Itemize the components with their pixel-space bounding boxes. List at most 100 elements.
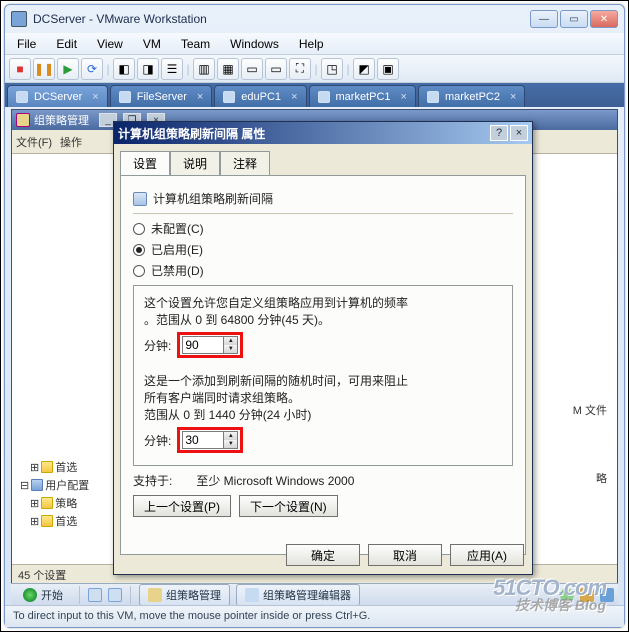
toolbar-view-button[interactable]: ▦ [217,58,239,80]
sidebar-button[interactable]: ▥ [193,58,215,80]
poweron-button[interactable]: ▶ [57,58,79,80]
spin-down-icon[interactable]: ▼ [223,345,237,353]
summary-button[interactable]: ▭ [241,58,263,80]
next-setting-button[interactable]: 下一个设置(N) [239,495,338,517]
dialog-tabs: 设置 说明 注释 [114,144,532,175]
random-minutes-input[interactable] [183,432,223,448]
desc-line: 范围从 0 到 1440 分钟(24 小时) [144,406,502,423]
tab-marketpc2[interactable]: marketPC2× [418,85,525,107]
policy-icon [133,192,147,206]
start-orb-icon [23,588,37,602]
tab-dcserver[interactable]: DCServer× [7,85,108,107]
tab-close-icon[interactable]: × [197,91,203,103]
taskbar-item-gpeditor[interactable]: 组策略管理编辑器 [236,584,360,606]
apply-button[interactable]: 应用(A) [450,544,524,566]
guest-taskbar: 开始 组策略管理 组策略管理编辑器 [11,583,618,605]
suspend-button[interactable]: ❚❚ [33,58,55,80]
tab-close-icon[interactable]: × [510,91,516,103]
tab-close-icon[interactable]: × [401,91,407,103]
tab-fileserver[interactable]: FileServer× [110,85,213,107]
interval-minutes-input[interactable] [183,337,223,353]
menu-view[interactable]: View [87,34,133,54]
vm-icon [427,91,439,103]
revert-button[interactable]: ◨ [137,58,159,80]
unity-button[interactable]: ◳ [321,58,343,80]
supported-on-value: 至少 Microsoft Windows 2000 [196,472,354,489]
separator-icon: | [313,58,319,80]
radio-disabled[interactable]: 已禁用(D) [133,262,513,279]
menu-edit[interactable]: Edit [46,34,87,54]
console-button[interactable]: ▭ [265,58,287,80]
radio-not-configured[interactable]: 未配置(C) [133,220,513,237]
menu-team[interactable]: Team [171,34,220,54]
reset-button[interactable]: ⟳ [81,58,103,80]
properties-dialog: 计算机组策略刷新间隔 属性 ? × 设置 说明 注释 计算机组策略刷新间隔 未配… [113,121,533,575]
tree-node: ⊞首选 [14,458,117,476]
taskbar-item-gpmc[interactable]: 组策略管理 [139,584,230,606]
poweroff-button[interactable]: ■ [9,58,31,80]
dialog-close-button[interactable]: × [510,125,528,141]
vm-tabstrip: DCServer× FileServer× eduPC1× marketPC1×… [5,83,624,107]
tray-icon[interactable] [580,588,594,602]
quicklaunch-icon[interactable] [108,588,122,602]
separator-icon: | [345,58,351,80]
system-tray[interactable] [560,588,614,602]
menu-vm[interactable]: VM [133,34,171,54]
policy-header: 计算机组策略刷新间隔 [153,190,273,207]
menu-file[interactable]: File [7,34,46,54]
snapshot-button[interactable]: ◧ [113,58,135,80]
maximize-button[interactable]: ▭ [560,10,588,28]
tab-marketpc1[interactable]: marketPC1× [309,85,416,107]
menu-help[interactable]: Help [289,34,334,54]
start-button[interactable]: 开始 [15,585,71,605]
vmware-window: DCServer - VMware Workstation — ▭ ✕ File… [4,4,625,628]
capture-button[interactable]: ◩ [353,58,375,80]
status-text: To direct input to this VM, move the mou… [13,610,370,622]
fullscreen-button[interactable]: ⛶ [289,58,311,80]
tree-node: ⊟用户配置 [14,476,117,494]
previous-setting-button[interactable]: 上一个设置(P) [133,495,231,517]
tab-close-icon[interactable]: × [291,91,297,103]
separator-icon: | [185,58,191,80]
tab-setting[interactable]: 设置 [120,151,170,176]
manage-snapshot-button[interactable]: ☰ [161,58,183,80]
content-hint: M 文件 [573,402,607,418]
tray-icon[interactable] [600,588,614,602]
menu-windows[interactable]: Windows [220,34,289,54]
folder-icon [41,497,53,509]
mmc-tree[interactable]: ⊞首选 ⊟用户配置 ⊞策略 ⊞首选 [12,154,120,564]
replay-button[interactable]: ▣ [377,58,399,80]
mmc-menu-file[interactable]: 文件(F) [16,134,52,150]
dialog-titlebar[interactable]: 计算机组策略刷新间隔 属性 ? × [114,122,532,144]
close-button[interactable]: ✕ [590,10,618,28]
cancel-button[interactable]: 取消 [368,544,442,566]
tree-node: ⊞首选 [14,512,117,530]
tree-node: ⊞策略 [14,494,117,512]
tab-edupc1[interactable]: eduPC1× [214,85,306,107]
vm-icon [119,91,131,103]
mmc-status-text: 45 个设置 [18,570,66,582]
tray-icon[interactable] [560,588,574,602]
quicklaunch-icon[interactable] [88,588,102,602]
minimize-button[interactable]: — [530,10,558,28]
supported-on-label: 支持于: [133,472,172,489]
spin-up-icon[interactable]: ▲ [223,337,237,345]
radio-enabled[interactable]: 已启用(E) [133,241,513,258]
random-minutes-spinner[interactable]: ▲▼ [182,431,238,449]
spin-down-icon[interactable]: ▼ [223,440,237,448]
divider [133,213,513,214]
spin-up-icon[interactable]: ▲ [223,432,237,440]
highlight-box: ▲▼ [177,427,243,453]
desc-line: 所有客户端同时请求组策略。 [144,389,502,406]
ok-button[interactable]: 确定 [286,544,360,566]
mmc-menu-action[interactable]: 操作 [60,134,82,150]
tab-explain[interactable]: 说明 [170,151,220,176]
separator-icon [130,586,131,604]
help-button[interactable]: ? [490,125,508,141]
tab-close-icon[interactable]: × [92,91,98,103]
vm-icon [223,91,235,103]
settings-group: 这个设置允许您自定义组策略应用到计算机的频率 。范围从 0 到 64800 分钟… [133,285,513,466]
interval-minutes-spinner[interactable]: ▲▼ [182,336,238,354]
app-icon [148,588,162,602]
tab-comment[interactable]: 注释 [220,151,270,176]
